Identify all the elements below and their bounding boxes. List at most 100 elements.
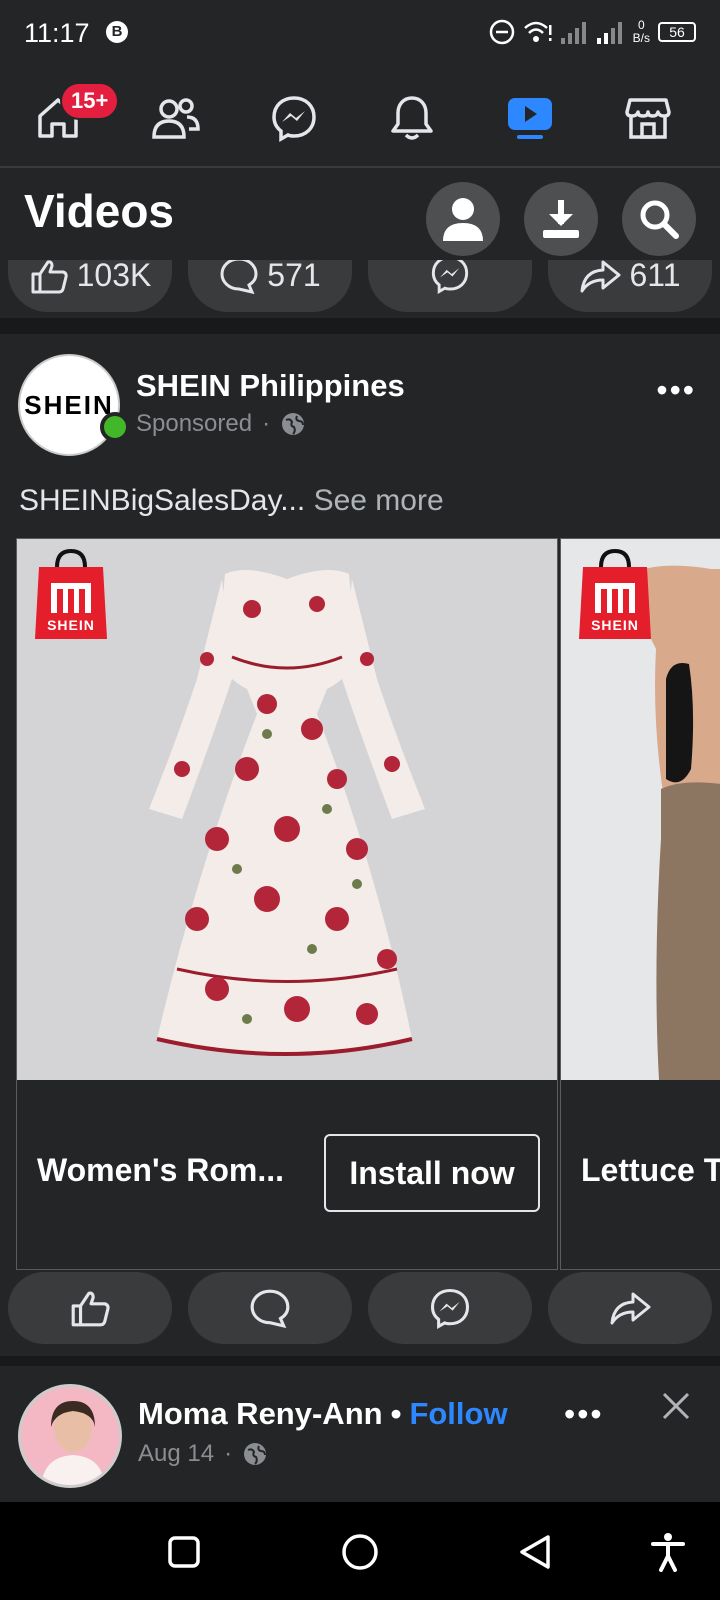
separator-dot: • bbox=[390, 1396, 402, 1431]
caption-text: SHEINBigSalesDay... bbox=[19, 484, 306, 517]
nav-friends[interactable] bbox=[146, 88, 206, 148]
back-button[interactable] bbox=[514, 1530, 558, 1574]
recents-button[interactable] bbox=[162, 1530, 206, 1574]
b-badge-icon: B bbox=[106, 21, 128, 43]
profile-photo bbox=[21, 1387, 119, 1485]
notification-badge: 15+ bbox=[60, 82, 120, 120]
marketplace-icon bbox=[625, 98, 671, 139]
nav-marketplace[interactable] bbox=[618, 88, 678, 148]
shein-bag-logo: SHEIN bbox=[33, 547, 109, 641]
bag-logo-text: SHEIN bbox=[47, 617, 95, 633]
videos-header: Videos bbox=[0, 168, 720, 260]
net-speed: 0 B/s bbox=[633, 19, 650, 45]
dnd-icon bbox=[489, 19, 514, 45]
avatar[interactable] bbox=[18, 1384, 122, 1488]
close-icon[interactable] bbox=[658, 1388, 694, 1424]
messenger-icon bbox=[430, 1288, 470, 1329]
messenger-icon bbox=[431, 260, 469, 294]
more-options-icon[interactable]: ••• bbox=[564, 1396, 604, 1433]
next-post-meta: Aug 14 · bbox=[138, 1440, 268, 1468]
share-button[interactable] bbox=[548, 1272, 712, 1344]
comment-count: 571 bbox=[267, 260, 321, 293]
video-icon bbox=[508, 98, 552, 139]
download-button[interactable] bbox=[524, 182, 598, 256]
send-button[interactable] bbox=[368, 1272, 532, 1344]
like-button[interactable]: 103K bbox=[8, 260, 172, 312]
comment-button[interactable] bbox=[188, 1272, 352, 1344]
more-options-icon[interactable]: ••• bbox=[656, 372, 696, 409]
meta-dot: · bbox=[262, 410, 271, 437]
download-icon bbox=[543, 200, 579, 238]
thumbs-up-icon bbox=[31, 260, 68, 294]
person-icon bbox=[443, 198, 483, 241]
shein-bag-logo: SHEIN bbox=[577, 547, 653, 641]
post-separator bbox=[0, 318, 720, 334]
product-title[interactable]: Lettuce T bbox=[581, 1152, 720, 1189]
share-button[interactable]: 611 bbox=[548, 260, 712, 312]
square-icon bbox=[168, 1536, 200, 1568]
post-meta: Sponsored · bbox=[136, 410, 306, 438]
friends-icon bbox=[152, 98, 200, 139]
product-image[interactable]: SHEIN bbox=[561, 539, 720, 1080]
comment-icon bbox=[250, 1289, 290, 1328]
signal-2-icon bbox=[596, 22, 622, 44]
profile-button[interactable] bbox=[426, 182, 500, 256]
carousel-card[interactable]: SHEIN Women's Rom... Install now bbox=[16, 538, 558, 1270]
share-count: 611 bbox=[629, 260, 681, 293]
send-button[interactable] bbox=[368, 260, 532, 312]
signal-1-icon bbox=[560, 22, 586, 44]
nav-messenger[interactable] bbox=[264, 88, 324, 148]
comment-button[interactable]: 571 bbox=[188, 260, 352, 312]
post-actions bbox=[0, 1272, 720, 1348]
sponsored-label[interactable]: Sponsored bbox=[136, 410, 252, 438]
install-now-button[interactable]: Install now bbox=[324, 1134, 540, 1212]
top-nav: 15+ bbox=[0, 66, 720, 168]
next-post-header: Moma Reny-Ann • Follow ••• Aug 14 · bbox=[0, 1366, 720, 1502]
post-date[interactable]: Aug 14 bbox=[138, 1440, 214, 1468]
product-image[interactable]: SHEIN bbox=[17, 539, 557, 1080]
comment-icon bbox=[220, 260, 258, 294]
search-button[interactable] bbox=[622, 182, 696, 256]
post-caption: SHEINBigSalesDay... See more bbox=[19, 484, 444, 518]
triangle-back-icon bbox=[520, 1535, 550, 1569]
accessibility-button[interactable] bbox=[646, 1530, 690, 1574]
circle-icon bbox=[342, 1534, 378, 1570]
avatar[interactable]: SHEIN bbox=[18, 354, 120, 456]
bag-logo-text: SHEIN bbox=[591, 617, 639, 633]
globe-icon bbox=[282, 413, 305, 435]
meta-dot: · bbox=[224, 1440, 233, 1467]
post-author[interactable]: SHEIN Philippines bbox=[136, 368, 405, 404]
accessibility-icon bbox=[651, 1533, 685, 1572]
ad-carousel[interactable]: SHEIN Women's Rom... Install now SHEIN L… bbox=[16, 538, 720, 1270]
follow-button[interactable]: Follow bbox=[409, 1396, 507, 1431]
thumbs-up-icon bbox=[71, 1291, 110, 1327]
battery-icon: 56 bbox=[658, 22, 696, 42]
nav-video[interactable] bbox=[500, 88, 560, 148]
see-more-link[interactable]: See more bbox=[314, 484, 444, 517]
card-footer: Women's Rom... Install now bbox=[17, 1080, 557, 1270]
share-icon bbox=[610, 1292, 651, 1325]
product-title[interactable]: Women's Rom... bbox=[37, 1152, 284, 1189]
status-time: 11:17 bbox=[24, 18, 90, 48]
card-footer: Lettuce T bbox=[561, 1080, 720, 1270]
like-count: 103K bbox=[76, 260, 152, 293]
notifications-icon bbox=[391, 96, 433, 140]
search-icon bbox=[640, 200, 679, 239]
status-indicators: 0 B/s 56 bbox=[489, 14, 696, 50]
messenger-icon bbox=[272, 96, 316, 142]
like-button[interactable] bbox=[8, 1272, 172, 1344]
net-speed-unit: B/s bbox=[632, 31, 650, 45]
home-button[interactable] bbox=[338, 1530, 382, 1574]
prev-post-actions: 103K 571 611 bbox=[0, 260, 720, 312]
next-post-author[interactable]: Moma Reny-Ann bbox=[138, 1396, 383, 1431]
next-post-author-line: Moma Reny-Ann • Follow bbox=[138, 1396, 508, 1432]
share-icon bbox=[580, 260, 621, 293]
status-bar: 11:17 B 0 B/s 56 bbox=[0, 0, 720, 66]
nav-notifications[interactable] bbox=[382, 88, 442, 148]
globe-icon bbox=[244, 1443, 267, 1465]
page-title: Videos bbox=[24, 185, 174, 237]
post-separator bbox=[0, 1356, 720, 1366]
carousel-card[interactable]: SHEIN Lettuce T bbox=[560, 538, 720, 1270]
wifi-icon bbox=[523, 21, 552, 42]
post-header: SHEIN SHEIN Philippines Sponsored · ••• bbox=[0, 334, 720, 464]
